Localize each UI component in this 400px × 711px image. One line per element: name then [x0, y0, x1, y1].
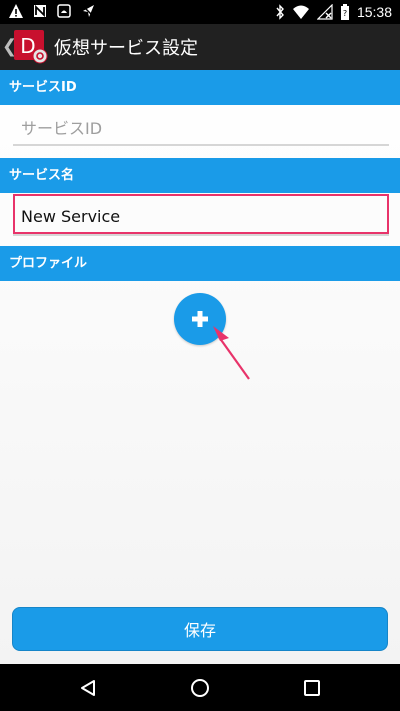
service-name-highlight — [13, 194, 389, 234]
back-triangle-icon — [81, 679, 95, 696]
page-title: 仮想サービス設定 — [54, 38, 198, 59]
plus-icon — [192, 311, 208, 327]
service-name-underline — [13, 234, 389, 236]
no-location-icon — [80, 3, 96, 19]
service-name-header: サービス名 — [0, 158, 400, 193]
status-bar: ? 15:38 — [0, 0, 400, 24]
nav-home-button[interactable] — [170, 664, 230, 711]
save-button[interactable]: 保存 — [12, 607, 388, 651]
settings-form: サービスID サービス名 プロファイル 保存 — [0, 70, 400, 664]
recents-square-icon — [304, 679, 320, 696]
service-id-input[interactable] — [13, 116, 389, 146]
service-name-input[interactable] — [15, 196, 387, 232]
no-sim-icon — [32, 3, 48, 19]
back-chevron-icon[interactable]: ❮ — [2, 24, 17, 70]
app-logo-icon[interactable]: D — [14, 30, 48, 64]
service-id-header: サービスID — [0, 70, 400, 105]
battery-icon: ? — [340, 4, 350, 20]
bluetooth-icon — [275, 4, 285, 20]
navigation-bar — [0, 664, 400, 711]
no-signal-icon — [316, 4, 333, 20]
wifi-icon — [292, 4, 310, 20]
nav-recents-button[interactable] — [282, 664, 342, 711]
svg-text:?: ? — [343, 9, 347, 18]
status-left-icons — [8, 3, 96, 19]
android-robot-icon — [56, 3, 72, 19]
app-bar: ❮ D 仮想サービス設定 — [0, 24, 400, 70]
add-profile-button[interactable] — [174, 293, 226, 345]
nav-back-button[interactable] — [58, 664, 118, 711]
profile-header: プロファイル — [0, 246, 400, 281]
clock: 15:38 — [356, 4, 392, 20]
status-right-icons: ? 15:38 — [275, 3, 392, 21]
home-circle-icon — [191, 678, 209, 697]
warning-icon — [8, 3, 24, 19]
